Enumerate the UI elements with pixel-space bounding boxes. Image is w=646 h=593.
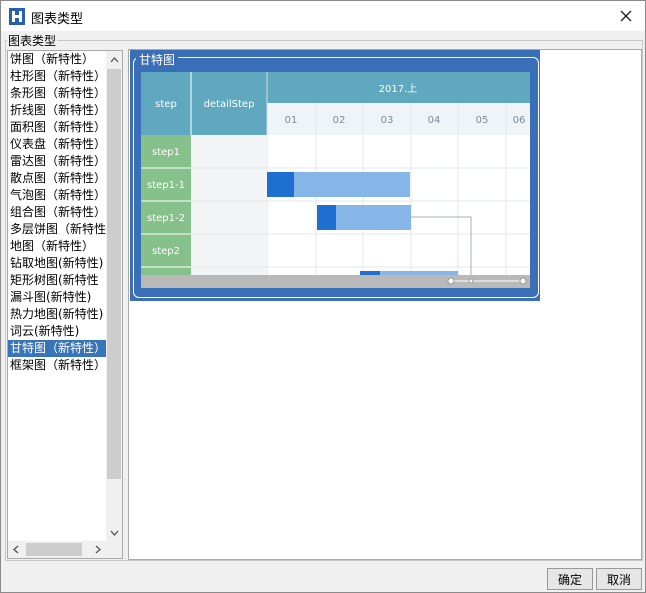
chart-type-item[interactable]: 面积图（新特性）	[8, 119, 106, 136]
chart-type-item[interactable]: 多层饼图（新特性	[8, 221, 106, 238]
row-label: step1	[152, 147, 180, 158]
chart-type-list[interactable]: 饼图（新特性） 柱形图（新特性） 条形图（新特性） 折线图（新特性） 面积图（新特性）仪…	[7, 50, 123, 559]
scroll-left-button[interactable]	[8, 541, 24, 558]
scroll-down-button[interactable]	[106, 524, 122, 541]
month-label: 03	[381, 115, 394, 126]
chart-type-dialog: 图表类型 图表类型 饼图（新特性） 柱形图（新特性） 条形图（新特性） 折线图（新特性…	[0, 0, 646, 593]
month-label: 06	[513, 115, 526, 126]
window-title: 图表类型	[31, 12, 84, 27]
chart-type-item[interactable]: 矩形树图(新特性	[8, 272, 106, 289]
chart-type-item[interactable]: 甘特图（新特性）	[8, 340, 106, 357]
chevron-down-icon	[110, 530, 118, 536]
preview-panel: 甘特图 step detailStep 2017.上 01 02 03 04 0…	[128, 49, 642, 560]
chart-type-item[interactable]: 钻取地图(新特性)	[8, 255, 106, 272]
app-logo-icon	[9, 8, 25, 25]
chart-type-item[interactable]: 地图（新特性）	[8, 238, 106, 255]
scroll-right-button[interactable]	[90, 541, 106, 558]
vertical-scroll-thumb[interactable]	[107, 69, 121, 479]
header-step: step	[155, 99, 177, 110]
chart-type-item[interactable]: 柱形图（新特性）	[8, 68, 106, 85]
chart-type-item[interactable]: 词云(新特性)	[8, 323, 106, 340]
chart-type-item[interactable]: 框架图（新特性）	[8, 357, 106, 374]
gantt-preview-card[interactable]: 甘特图 step detailStep 2017.上 01 02 03 04 0…	[130, 50, 540, 301]
group-legend: 图表类型	[7, 32, 58, 49]
preview-label: 甘特图	[136, 51, 179, 68]
horizontal-scroll-thumb[interactable]	[26, 543, 82, 556]
chart-type-item[interactable]: 组合图（新特性）	[8, 204, 106, 221]
chart-type-item[interactable]: 饼图（新特性）	[8, 51, 106, 68]
chart-type-items: 饼图（新特性） 柱形图（新特性） 条形图（新特性） 折线图（新特性） 面积图（新特性）仪…	[8, 51, 106, 374]
close-button[interactable]	[613, 4, 639, 28]
dialog-footer: 确定 取消	[1, 563, 645, 592]
chevron-right-icon	[95, 545, 101, 554]
vertical-scrollbar[interactable]	[106, 51, 122, 541]
header-detail-step: detailStep	[204, 99, 255, 110]
month-label: 02	[333, 115, 346, 126]
row-label: step2	[152, 246, 180, 257]
gantt-bar-progress	[317, 205, 336, 230]
ok-button[interactable]: 确定	[547, 568, 593, 590]
chart-type-item[interactable]: 散点图（新特性）	[8, 170, 106, 187]
gantt-bar-progress	[267, 172, 294, 197]
chart-type-item[interactable]: 条形图（新特性）	[8, 85, 106, 102]
month-label: 04	[428, 115, 441, 126]
chevron-left-icon	[13, 545, 19, 554]
chart-type-item[interactable]: 雷达图（新特性）	[8, 153, 106, 170]
month-label: 05	[476, 115, 489, 126]
cancel-button[interactable]: 取消	[596, 568, 642, 590]
scroll-corner	[106, 541, 122, 558]
chart-type-item[interactable]: 气泡图（新特性）	[8, 187, 106, 204]
title-bar: 图表类型	[1, 1, 645, 31]
horizontal-scrollbar[interactable]	[8, 541, 122, 558]
close-icon	[620, 10, 632, 22]
chevron-up-icon	[110, 56, 118, 62]
scroll-up-button[interactable]	[106, 51, 122, 68]
chart-type-item[interactable]: 仪表盘（新特性）	[8, 136, 106, 153]
chart-type-item[interactable]: 折线图（新特性）	[8, 102, 106, 119]
month-label: 01	[285, 115, 298, 126]
gantt-chart: step detailStep 2017.上 01 02 03 04 05 06…	[141, 72, 530, 288]
row-label: step1-2	[147, 213, 185, 224]
chart-type-item[interactable]: 漏斗图(新特性)	[8, 289, 106, 306]
header-period: 2017.上	[379, 83, 418, 95]
chart-type-item[interactable]: 热力地图(新特性)	[8, 306, 106, 323]
gantt-preview: step detailStep 2017.上 01 02 03 04 05 06…	[141, 72, 530, 288]
row-label: step1-1	[147, 180, 185, 191]
